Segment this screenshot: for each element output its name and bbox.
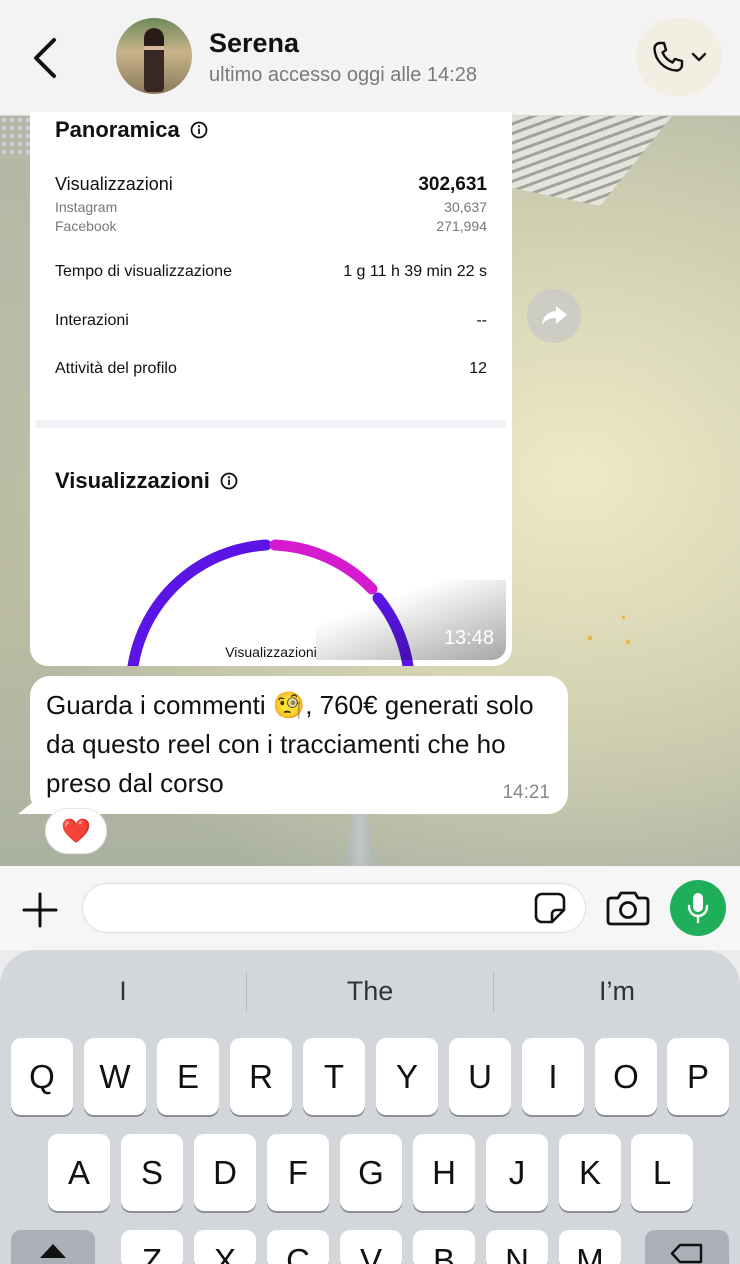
message-input-bar [0,866,740,950]
camera-icon [606,891,650,926]
suggestion-1[interactable]: I [0,968,246,1014]
key-v[interactable]: V [340,1230,402,1264]
microphone-icon [687,893,709,924]
message-input[interactable] [82,883,586,933]
key-x[interactable]: X [194,1230,256,1264]
image-message[interactable]: Panoramica Visualizzazioni 302,631 Insta… [30,112,512,666]
overview-heading: Panoramica [55,117,208,143]
key-o[interactable]: O [595,1038,657,1115]
key-k[interactable]: K [559,1134,621,1211]
interactions-label: Interazioni [55,312,129,329]
key-n[interactable]: N [486,1230,548,1264]
key-w[interactable]: W [84,1038,146,1115]
key-c[interactable]: C [267,1230,329,1264]
message-time: 13:48 [443,627,494,649]
delete-key[interactable] [645,1230,729,1264]
key-g[interactable]: G [340,1134,402,1211]
key-u[interactable]: U [449,1038,511,1115]
phone-icon [653,41,684,72]
suggestion-3[interactable]: I’m [494,968,740,1014]
section-divider [36,420,506,428]
wallpaper-sparkle [588,636,592,640]
avatar-photo [144,28,164,92]
wallpaper-sparkle [626,640,630,644]
key-s[interactable]: S [121,1134,183,1211]
overview-title: Panoramica [55,117,180,142]
info-icon [220,472,238,490]
contact-name[interactable]: Serena [209,28,299,59]
backspace-icon [670,1243,703,1264]
wallpaper-lights [0,116,30,156]
facebook-label: Facebook [55,218,117,234]
forward-arrow-icon [542,306,567,325]
views-section-title: Visualizzazioni [55,468,210,493]
key-y[interactable]: Y [376,1038,438,1115]
key-j[interactable]: J [486,1134,548,1211]
chevron-down-icon [691,52,707,62]
wallpaper-sparkle [622,616,625,619]
heart-icon: ❤️ [61,817,91,845]
profile-activity-value: 12 [469,360,487,377]
key-b[interactable]: B [413,1230,475,1264]
sticker-button[interactable] [532,890,568,926]
interactions-value: -- [476,312,487,329]
keyboard-panel: I The I’m Q W E R T Y U I O P A S D F G … [0,950,740,1264]
plus-icon [22,892,58,928]
key-i[interactable]: I [522,1038,584,1115]
key-d[interactable]: D [194,1134,256,1211]
suggestion-2[interactable]: The [247,968,493,1014]
text-message[interactable]: Guarda i commenti 🧐, 760€ generati solo … [30,676,568,814]
watch-time-value: 1 g 11 h 39 min 22 s [343,263,487,280]
sticker-icon [534,892,566,924]
key-e[interactable]: E [157,1038,219,1115]
avatar[interactable] [116,18,192,94]
back-button[interactable] [26,30,66,86]
message-time: 14:21 [502,782,550,803]
shift-key[interactable] [11,1230,95,1264]
keyboard: I The I’m Q W E R T Y U I O P A S D F G … [0,950,740,1264]
key-h[interactable]: H [413,1134,475,1211]
watch-time-label: Tempo di visualizzazione [55,263,232,280]
key-l[interactable]: L [631,1134,693,1211]
info-icon [190,121,208,139]
key-p[interactable]: P [667,1038,729,1115]
instagram-value: 30,637 [444,199,487,215]
facebook-value: 271,994 [436,218,487,234]
forward-button[interactable] [527,289,581,343]
views-label: Visualizzazioni [55,174,173,194]
key-a[interactable]: A [48,1134,110,1211]
views-heading: Visualizzazioni [55,468,238,494]
instagram-label: Instagram [55,199,118,215]
chevron-left-icon [34,38,56,78]
wallpaper-building [512,116,672,206]
heart-reaction[interactable]: ❤️ [45,808,107,854]
chat-header: Serena ultimo accesso oggi alle 14:28 [0,0,740,116]
key-q[interactable]: Q [11,1038,73,1115]
attach-button[interactable] [20,890,60,930]
key-r[interactable]: R [230,1038,292,1115]
views-value: 302,631 [418,174,487,195]
key-z[interactable]: Z [121,1230,183,1264]
key-m[interactable]: M [559,1230,621,1264]
profile-activity-label: Attività del profilo [55,360,177,377]
key-f[interactable]: F [267,1134,329,1211]
last-seen-status: ultimo accesso oggi alle 14:28 [209,64,477,86]
shift-icon [40,1244,66,1258]
key-t[interactable]: T [303,1038,365,1115]
message-text: Guarda i commenti 🧐, 760€ generati solo … [46,690,534,798]
voice-message-button[interactable] [670,880,726,936]
call-button[interactable] [636,18,722,96]
camera-button[interactable] [605,888,651,928]
